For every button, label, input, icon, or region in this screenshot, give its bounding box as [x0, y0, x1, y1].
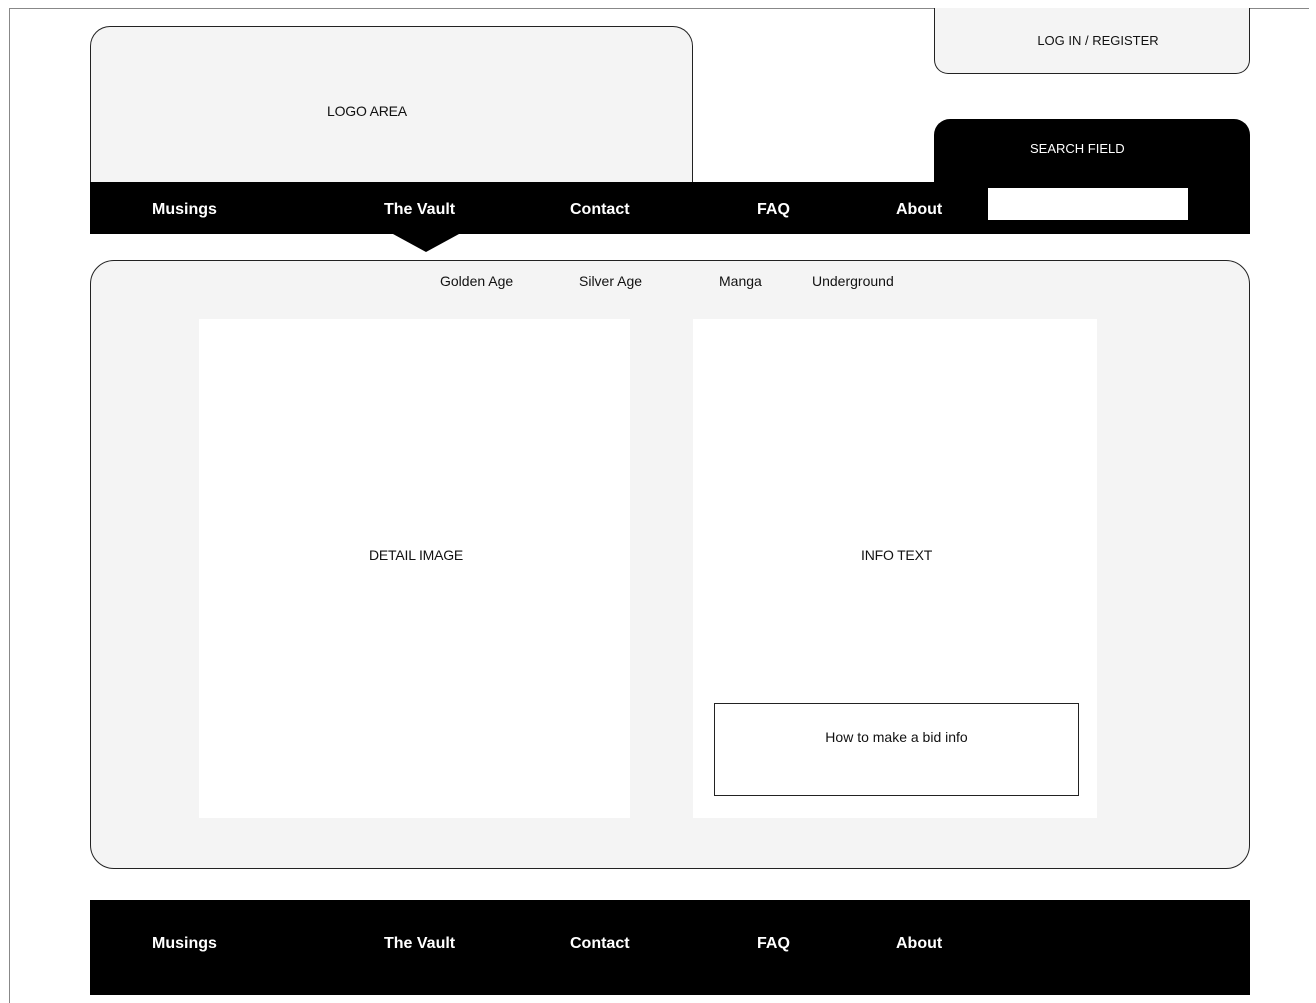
- info-text-label: INFO TEXT: [861, 547, 933, 563]
- detail-image-label: DETAIL IMAGE: [369, 547, 464, 563]
- footer-item-contact[interactable]: Contact: [570, 935, 630, 953]
- login-register-button[interactable]: LOG IN / REGISTER: [934, 8, 1250, 74]
- nav-item-contact[interactable]: Contact: [570, 201, 630, 219]
- login-register-label: LOG IN / REGISTER: [1037, 33, 1159, 48]
- search-field-label: SEARCH FIELD: [1030, 141, 1125, 156]
- subnav-item-golden-age[interactable]: Golden Age: [440, 273, 513, 289]
- bid-info-label: How to make a bid info: [825, 729, 968, 745]
- nav-item-musings[interactable]: Musings: [152, 201, 217, 219]
- footer-item-about[interactable]: About: [896, 935, 942, 953]
- subnav-item-underground[interactable]: Underground: [812, 273, 894, 289]
- bid-info-box[interactable]: How to make a bid info: [714, 703, 1079, 796]
- nav-item-the-vault[interactable]: The Vault: [384, 201, 455, 219]
- info-text-panel: INFO TEXT How to make a bid info: [693, 319, 1097, 818]
- search-field-tab: SEARCH FIELD: [934, 119, 1250, 189]
- detail-image-placeholder: DETAIL IMAGE: [199, 319, 630, 818]
- footer-item-the-vault[interactable]: The Vault: [384, 935, 455, 953]
- nav-item-faq[interactable]: FAQ: [757, 201, 790, 219]
- footer-item-faq[interactable]: FAQ: [757, 935, 790, 953]
- active-nav-indicator: [393, 234, 459, 252]
- subnav-item-manga[interactable]: Manga: [719, 273, 762, 289]
- logo-placeholder-text: LOGO AREA: [327, 103, 407, 119]
- subnav-item-silver-age[interactable]: Silver Age: [579, 273, 642, 289]
- footer-navigation: Musings The Vault Contact FAQ About: [90, 900, 1250, 995]
- logo-area[interactable]: LOGO AREA: [90, 26, 693, 186]
- nav-item-about[interactable]: About: [896, 201, 942, 219]
- footer-item-musings[interactable]: Musings: [152, 935, 217, 953]
- search-input[interactable]: [988, 188, 1188, 220]
